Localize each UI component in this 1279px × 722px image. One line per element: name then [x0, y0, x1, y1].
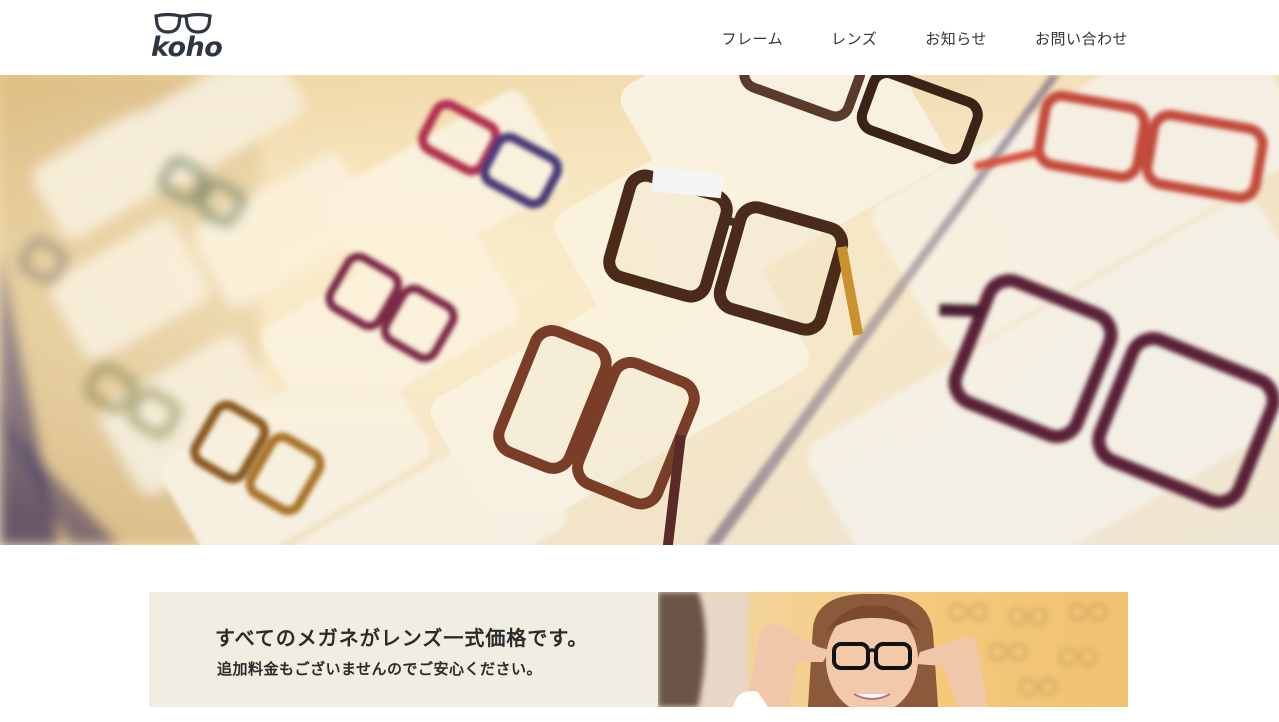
nav-item-lenses[interactable]: レンズ — [831, 28, 877, 49]
nav-item-contact[interactable]: お問い合わせ — [1035, 28, 1128, 49]
site-logo[interactable]: koho — [150, 12, 223, 66]
nav-item-news[interactable]: お知らせ — [925, 28, 987, 49]
banner-image — [658, 592, 1128, 707]
brand-name: koho — [151, 32, 223, 63]
banner-subtitle: 追加料金もございませんのでご安心ください。 — [217, 660, 543, 678]
nav-item-frames[interactable]: フレーム — [722, 28, 784, 49]
banner-title: すべてのメガネがレンズ一式価格です。 — [215, 626, 589, 650]
site-header: koho フレーム レンズ お知らせ お問い合わせ — [0, 0, 1279, 75]
hero-image — [0, 75, 1279, 545]
promo-banner[interactable]: すべてのメガネがレンズ一式価格です。 追加料金もございませんのでご安心ください。 — [149, 592, 1128, 707]
main-nav: フレーム レンズ お知らせ お問い合わせ — [722, 28, 1128, 49]
